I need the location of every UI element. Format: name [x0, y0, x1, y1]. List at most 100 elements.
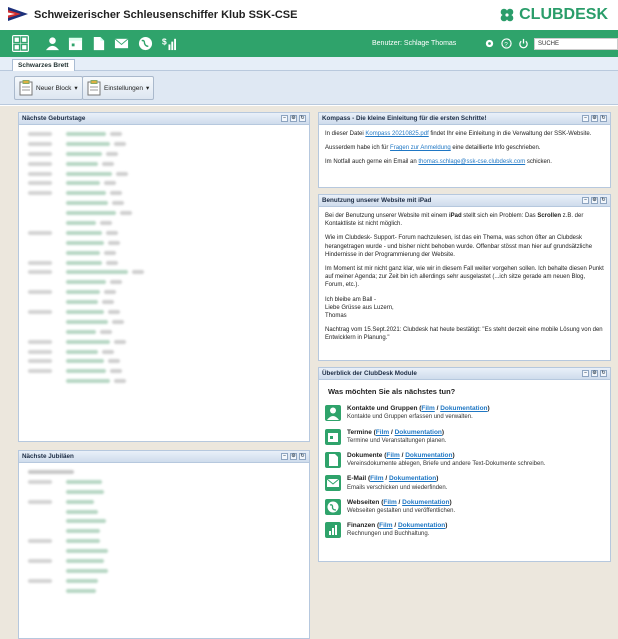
- settings-icon[interactable]: ⚙: [591, 370, 598, 377]
- settings-icon[interactable]: ⚙: [591, 115, 598, 122]
- modules-heading: Was möchten Sie als nächstes tun?: [328, 387, 456, 396]
- refresh-icon[interactable]: ↻: [299, 453, 306, 460]
- minimize-icon[interactable]: –: [582, 115, 589, 122]
- top-bar: Schweizerischer Schleusenschiffer Klub S…: [0, 0, 618, 30]
- search-input[interactable]: SUCHE: [534, 38, 618, 50]
- list-item: [25, 376, 303, 386]
- registration-faq-link[interactable]: Fragen zur Anmeldung: [390, 145, 451, 151]
- clipboard-icon: [19, 80, 33, 96]
- new-block-label: Neuer Block: [36, 84, 72, 92]
- contact-email-link[interactable]: thomas.schlage@ssk-cse.clubdesk.com: [418, 159, 525, 165]
- documentation-link[interactable]: Dokumentation: [398, 522, 445, 529]
- module-finance: Finanzen (Film / Dokumentation) Rechnung…: [325, 522, 604, 539]
- list-item: [25, 238, 303, 248]
- club-title: Schweizerischer Schleusenschiffer Klub S…: [34, 9, 298, 21]
- documentation-link[interactable]: Dokumentation: [405, 452, 452, 459]
- list-item: [25, 576, 303, 586]
- birthdays-list: [19, 125, 309, 391]
- list-item: [25, 297, 303, 307]
- toolbar: Neuer Block ▾ Einstellungen ▾: [0, 71, 618, 105]
- list-item: [25, 477, 303, 487]
- film-link[interactable]: Film: [421, 405, 434, 412]
- film-link[interactable]: Film: [379, 522, 392, 529]
- documentation-link[interactable]: Dokumentation: [440, 405, 487, 412]
- brand-name: CLUBDESK: [519, 6, 608, 23]
- email-icon: [325, 475, 341, 492]
- tab-bar: Schwarzes Brett: [0, 57, 618, 71]
- minimize-icon[interactable]: –: [281, 453, 288, 460]
- list-item: [25, 208, 303, 218]
- module-websites: Webseiten (Film / Dokumentation) Webseit…: [325, 498, 604, 515]
- list-item: [25, 188, 303, 198]
- settings-gear-icon[interactable]: [484, 38, 495, 49]
- help-icon[interactable]: ?: [501, 38, 512, 49]
- jubilees-panel: Nächste Jubiläen – ⚙ ↻: [18, 450, 310, 639]
- settings-button[interactable]: Einstellungen ▾: [82, 76, 155, 100]
- film-link[interactable]: Film: [386, 452, 399, 459]
- panel-header: Benutzung unserer Website mit iPad – ⚙ ↻: [319, 195, 610, 207]
- calendar-icon[interactable]: [67, 35, 84, 52]
- module-contacts: Kontakte und Gruppen (Film / Dokumentati…: [325, 405, 604, 422]
- clubdesk-logo-icon: [500, 8, 514, 22]
- list-item: [25, 356, 303, 366]
- list-item: [25, 317, 303, 327]
- modules-body: Was möchten Sie als nächstes tun? Kontak…: [319, 380, 610, 551]
- dashboard-content: Nächste Geburtstage – ⚙ ↻ Nächste Jubilä…: [0, 106, 618, 639]
- panel-title: Kompass - Die kleine Einleitung für die …: [322, 115, 487, 122]
- list-item: [25, 366, 303, 376]
- documents-icon[interactable]: [90, 35, 107, 52]
- documentation-link[interactable]: Dokumentation: [395, 429, 442, 436]
- refresh-icon[interactable]: ↻: [600, 197, 607, 204]
- finance-icon[interactable]: $: [160, 35, 177, 52]
- refresh-icon[interactable]: ↻: [299, 115, 306, 122]
- minimize-icon[interactable]: –: [582, 197, 589, 204]
- minimize-icon[interactable]: –: [582, 370, 589, 377]
- list-item: [25, 546, 303, 556]
- film-link[interactable]: Film: [376, 429, 389, 436]
- tab-schwarzes-brett[interactable]: Schwarzes Brett: [12, 59, 75, 71]
- dashboard-icon[interactable]: [12, 35, 29, 52]
- refresh-icon[interactable]: ↻: [600, 370, 607, 377]
- chevron-down-icon: ▾: [146, 85, 150, 92]
- list-item: [25, 526, 303, 536]
- list-item: [25, 169, 303, 179]
- list-item: [25, 267, 303, 277]
- list-item: [25, 347, 303, 357]
- list-item: [25, 307, 303, 317]
- logout-power-icon[interactable]: [518, 38, 529, 49]
- jubilees-list: [19, 463, 309, 601]
- list-item: [25, 327, 303, 337]
- minimize-icon[interactable]: –: [281, 115, 288, 122]
- current-user-label[interactable]: Benutzer: Schlage Thomas: [372, 40, 456, 47]
- settings-icon[interactable]: ⚙: [290, 115, 297, 122]
- list-item: [25, 507, 303, 517]
- calendar-icon: [325, 428, 341, 445]
- refresh-icon[interactable]: ↻: [600, 115, 607, 122]
- svg-text:?: ?: [504, 41, 508, 48]
- kompass-pdf-link[interactable]: Kompass 20210825.pdf: [365, 131, 428, 137]
- panel-title: Überblick der ClubDesk Module: [322, 370, 417, 377]
- settings-icon[interactable]: ⚙: [591, 197, 598, 204]
- clubdesk-brand: CLUBDESK: [499, 6, 608, 24]
- ipad-body: Bei der Benutzung unserer Website mit ei…: [325, 213, 604, 342]
- contacts-icon[interactable]: [44, 35, 61, 52]
- settings-label: Einstellungen: [104, 84, 144, 92]
- web-icon: [325, 498, 341, 515]
- new-block-button[interactable]: Neuer Block ▾: [14, 76, 83, 100]
- film-link[interactable]: Film: [370, 475, 383, 482]
- list-item: [25, 586, 303, 596]
- documentation-link[interactable]: Dokumentation: [402, 499, 449, 506]
- film-link[interactable]: Film: [383, 499, 396, 506]
- documents-icon: [325, 452, 341, 469]
- club-flag-logo: [8, 7, 28, 21]
- email-icon[interactable]: [113, 35, 130, 52]
- list-item: [25, 248, 303, 258]
- settings-icon[interactable]: ⚙: [290, 453, 297, 460]
- list-item: [25, 287, 303, 297]
- list-item: [25, 178, 303, 188]
- documentation-link[interactable]: Dokumentation: [389, 475, 436, 482]
- list-item: [25, 159, 303, 169]
- clipboard-settings-icon: [87, 80, 101, 96]
- web-icon[interactable]: [137, 35, 154, 52]
- module-appointments: Termine (Film / Dokumentation) Termine u…: [325, 428, 604, 445]
